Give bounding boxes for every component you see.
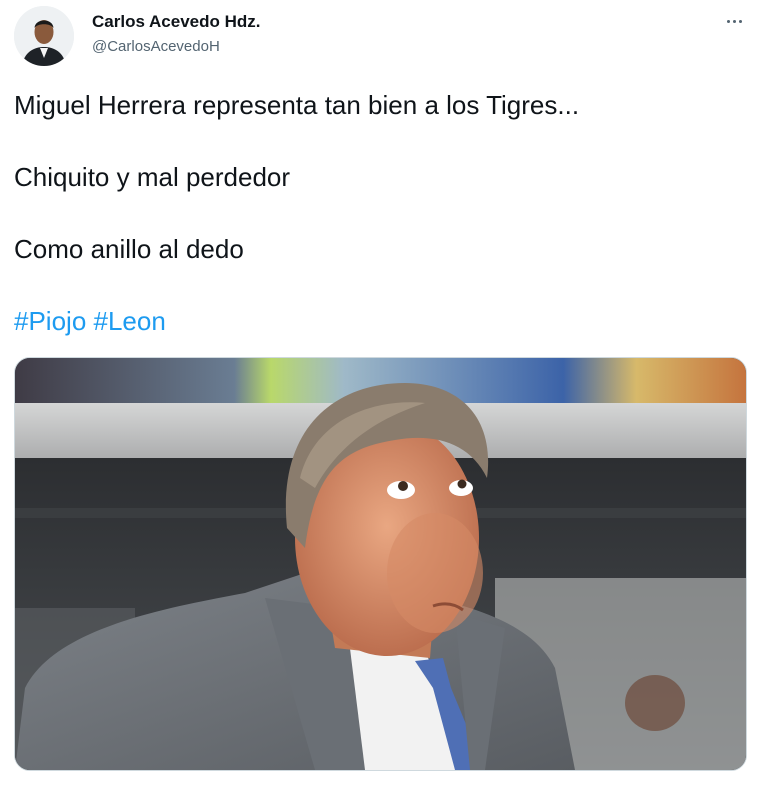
photo-image [15,358,746,770]
tweet-text-line: Como anillo al dedo [14,234,244,264]
tweet-photo[interactable] [14,357,747,771]
more-options-button[interactable] [716,6,752,36]
author-name[interactable]: Carlos Acevedo Hdz. [92,12,260,32]
more-horizontal-icon [725,19,743,23]
author-handle[interactable]: @CarlosAcevedoH [92,38,220,55]
tweet-text-line: Chiquito y mal perdedor [14,162,291,192]
tweet-text-line: Miguel Herrera representa tan bien a los… [14,90,580,120]
hashtag-link[interactable]: #Piojo [14,306,86,336]
avatar[interactable] [14,6,74,66]
tweet-card: Carlos Acevedo Hdz. @CarlosAcevedoH Migu… [0,0,768,791]
hashtag-link[interactable]: #Leon [94,306,166,336]
hashtag-row: #Piojo #Leon [14,306,166,337]
